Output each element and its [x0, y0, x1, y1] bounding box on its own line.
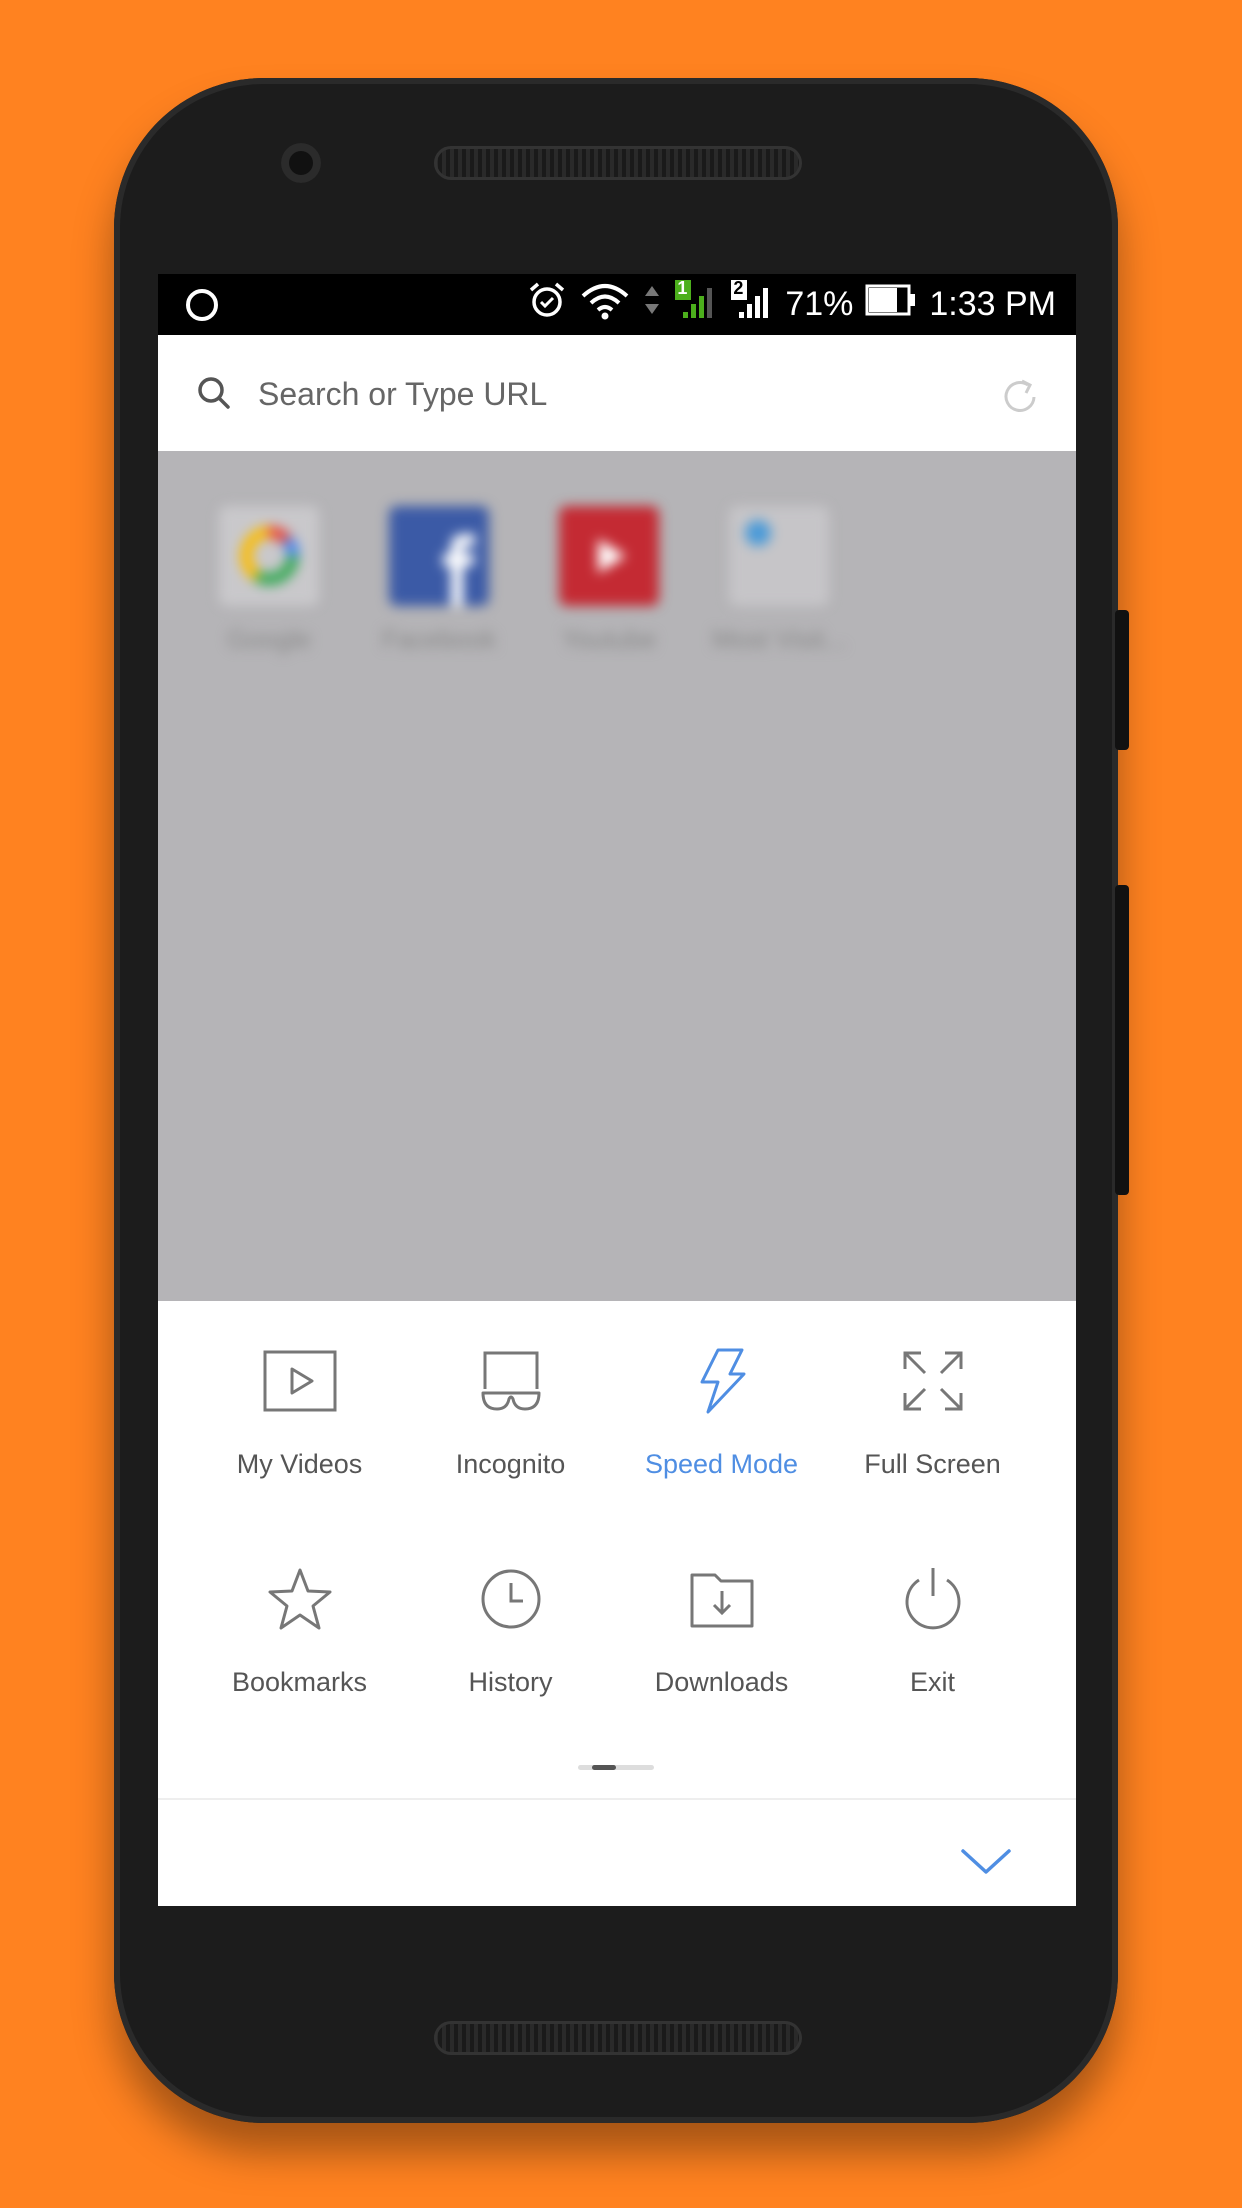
menu-item-my-videos[interactable]: My Videos: [194, 1341, 405, 1559]
speed-dial-youtube[interactable]: Youtube: [558, 506, 660, 655]
fullscreen-icon: [893, 1341, 973, 1421]
address-bar: [158, 335, 1076, 452]
page-content-overlay[interactable]: Google Facebook Youtube Most Visit...: [158, 451, 1076, 1301]
menu-item-downloads[interactable]: Downloads: [616, 1559, 827, 1777]
page-indicator-active: [592, 1765, 616, 1770]
speed-dial: Google Facebook Youtube Most Visit...: [218, 506, 846, 655]
menu-item-full-screen[interactable]: Full Screen: [827, 1341, 1038, 1559]
speed-dial-label: Google: [227, 624, 311, 654]
phone-power-button: [1115, 610, 1129, 750]
star-icon: [260, 1559, 340, 1639]
alarm-icon: [527, 280, 567, 329]
menu-page-indicator: [578, 1765, 654, 1770]
menu-item-history[interactable]: History: [405, 1559, 616, 1777]
data-arrows-icon: [643, 280, 661, 329]
menu-row: Bookmarks History Downloads Exit: [158, 1559, 1076, 1777]
menu-row: My Videos Incognito Speed Mode Full Scre…: [158, 1341, 1076, 1559]
menu-item-label: History: [468, 1667, 553, 1697]
reload-icon[interactable]: [998, 375, 1042, 424]
signal-sim2-icon: 2: [729, 278, 773, 331]
menu-item-label: Incognito: [455, 1449, 566, 1479]
menu-item-label: Speed Mode: [644, 1449, 799, 1479]
video-icon: [260, 1341, 340, 1421]
battery-icon: [865, 280, 917, 329]
signal-sim1-icon: 1: [673, 278, 717, 331]
browser-menu-sheet: My Videos Incognito Speed Mode Full Scre…: [158, 1301, 1076, 1906]
search-icon: [196, 375, 232, 416]
speed-dial-most-visited[interactable]: Most Visit...: [712, 506, 846, 655]
speed-dial-label: Most Visit...: [712, 624, 846, 654]
front-camera: [281, 143, 321, 183]
bottom-speaker: [434, 2021, 802, 2055]
power-icon: [893, 1559, 973, 1639]
speed-dial-facebook[interactable]: Facebook: [382, 506, 496, 655]
clock-icon: [471, 1559, 551, 1639]
menu-divider: [158, 1798, 1076, 1800]
search-input[interactable]: [256, 365, 940, 423]
status-bar: 1 2 71% 1:33 PM: [158, 274, 1076, 335]
phone-screen: 1 2 71% 1:33 PM Search or Type URL Googl…: [158, 274, 1076, 1906]
wifi-icon: [579, 280, 631, 329]
download-folder-icon: [682, 1559, 762, 1639]
facebook-logo-icon: [389, 506, 489, 606]
lightning-icon: [682, 1341, 762, 1421]
menu-item-label: Downloads: [654, 1667, 789, 1697]
most-visited-icon: [729, 506, 829, 606]
speed-dial-label: Youtube: [561, 624, 657, 654]
chevron-down-icon[interactable]: [960, 1846, 1012, 1881]
sim1-badge: 1: [677, 278, 688, 298]
google-logo-icon: [219, 506, 319, 606]
menu-item-speed-mode[interactable]: Speed Mode: [616, 1341, 827, 1559]
menu-item-label: Bookmarks: [231, 1667, 368, 1697]
menu-item-incognito[interactable]: Incognito: [405, 1341, 616, 1559]
sim2-badge: 2: [733, 278, 744, 298]
earpiece-speaker: [434, 146, 802, 180]
clock: 1:33 PM: [929, 285, 1056, 323]
menu-item-label: Exit: [909, 1667, 955, 1697]
battery-percent: 71%: [785, 285, 854, 323]
notification-circle-icon: [186, 289, 218, 321]
speed-dial-label: Facebook: [381, 624, 497, 654]
speed-dial-google[interactable]: Google: [218, 506, 320, 655]
phone-volume-button: [1115, 885, 1129, 1195]
youtube-logo-icon: [559, 506, 659, 606]
menu-item-label: Full Screen: [864, 1449, 1001, 1479]
menu-item-exit[interactable]: Exit: [827, 1559, 1038, 1777]
incognito-mask-icon: [471, 1341, 551, 1421]
menu-grid: My Videos Incognito Speed Mode Full Scre…: [158, 1341, 1076, 1777]
menu-item-bookmarks[interactable]: Bookmarks: [194, 1559, 405, 1777]
menu-item-label: My Videos: [236, 1449, 363, 1479]
